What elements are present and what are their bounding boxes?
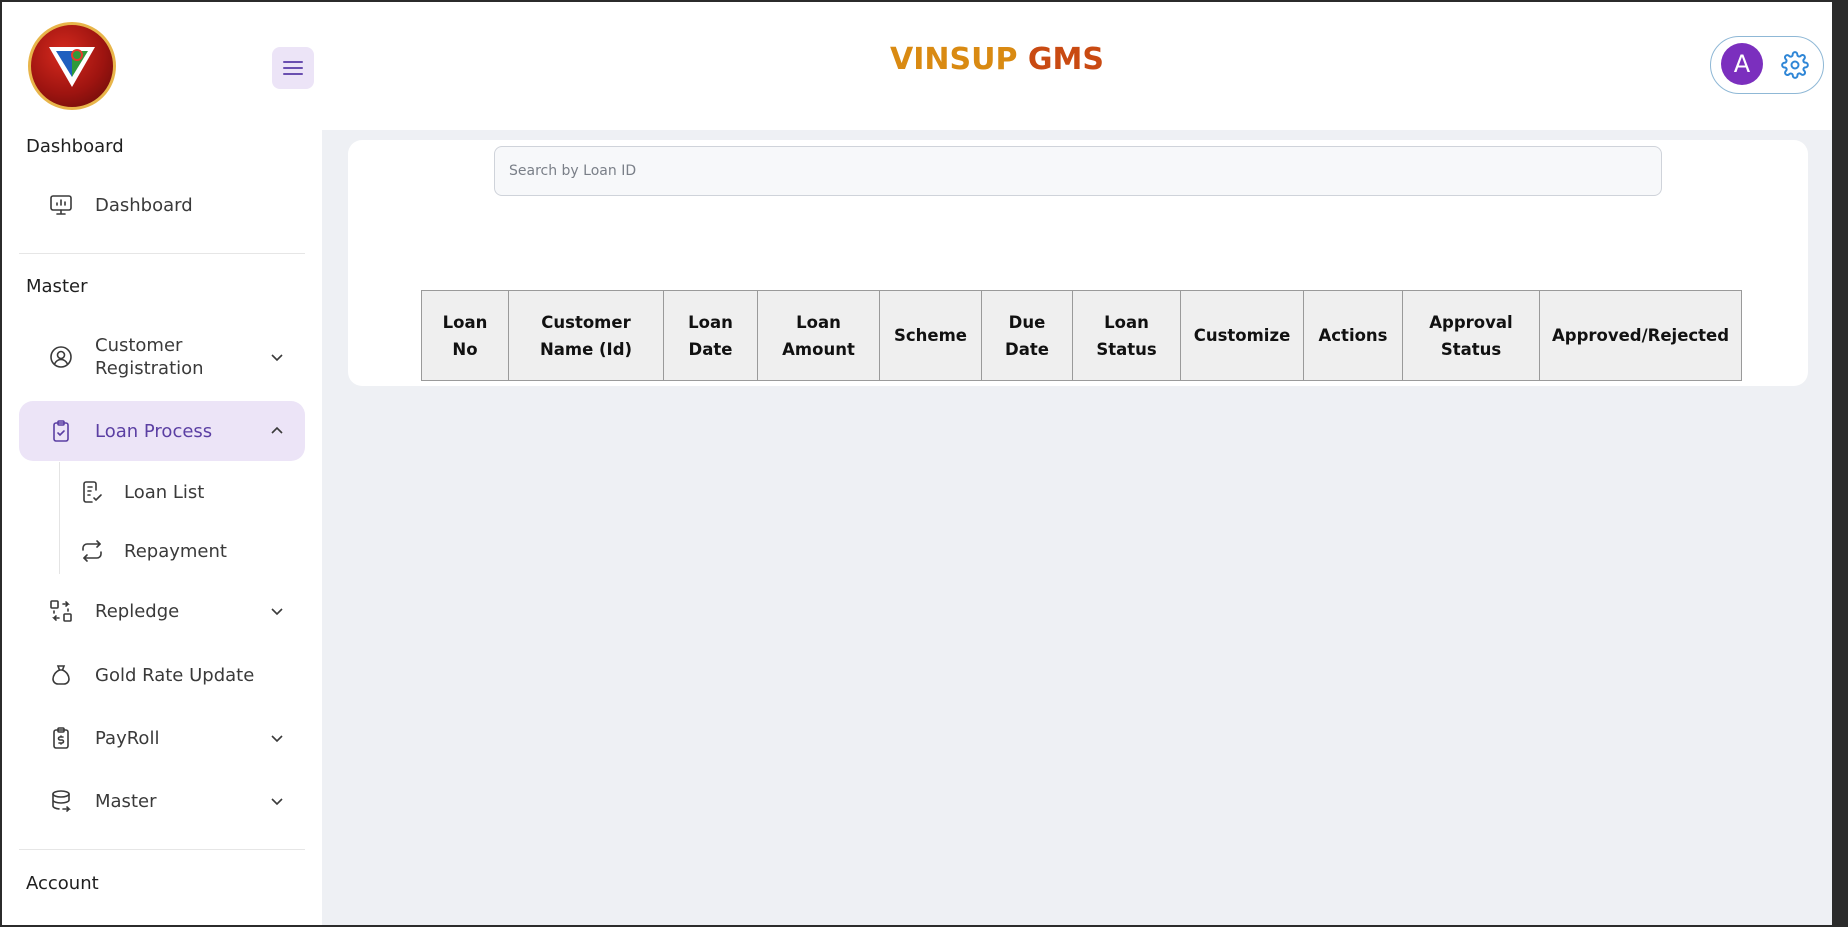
hamburger-icon (283, 61, 303, 75)
chevron-up-icon (269, 423, 285, 439)
database-icon (49, 789, 73, 813)
section-title-dashboard: Dashboard (26, 136, 124, 157)
sidebar-subitem-loan-list[interactable]: Loan List (62, 468, 305, 516)
app-title: VINSUP GMS (322, 42, 1672, 77)
avatar[interactable]: A (1721, 43, 1763, 85)
sidebar-item-gold-rate-update[interactable]: Gold Rate Update (19, 645, 305, 705)
column-header-customer-name: Customer Name (Id) (508, 290, 664, 381)
sidebar: Dashboard Dashboard Master Customer Regi… (2, 2, 322, 925)
sidebar-subitem-repayment[interactable]: Repayment (62, 527, 305, 575)
app-title-part2: GMS (1027, 42, 1104, 77)
sidebar-item-label: Customer Registration (95, 335, 204, 379)
sidebar-subitem-label: Repayment (124, 540, 227, 562)
search-input[interactable] (494, 146, 1662, 196)
app-title-part1: VINSUP (890, 42, 1018, 77)
sidebar-item-label: Repledge (95, 600, 180, 622)
swap-icon (49, 599, 73, 623)
sidebar-item-customer-registration[interactable]: Customer Registration (19, 326, 305, 388)
top-header: VINSUP GMS A (322, 2, 1832, 130)
chevron-down-icon (269, 349, 285, 365)
menu-toggle-button[interactable] (272, 47, 314, 89)
chevron-down-icon (269, 793, 285, 809)
payroll-clipboard-icon (49, 726, 73, 750)
chevron-down-icon (269, 603, 285, 619)
list-check-icon (80, 480, 104, 504)
sidebar-item-repledge[interactable]: Repledge (19, 581, 305, 641)
main-content: Loan No Customer Name (Id) Loan Date Loa… (322, 130, 1832, 925)
column-header-approval-status: Approval Status (1402, 290, 1540, 381)
column-header-loan-no: Loan No (421, 290, 509, 381)
sidebar-item-dashboard[interactable]: Dashboard (19, 175, 305, 235)
sidebar-item-payroll[interactable]: PayRoll (19, 708, 305, 768)
repeat-icon (80, 539, 104, 563)
column-header-loan-date: Loan Date (663, 290, 758, 381)
column-header-customize: Customize (1180, 290, 1304, 381)
money-bag-icon (49, 663, 73, 687)
sidebar-subitem-label: Loan List (124, 481, 205, 503)
user-circle-icon (49, 345, 73, 369)
column-header-loan-amount: Loan Amount (757, 290, 880, 381)
section-title-account: Account (26, 873, 99, 894)
sidebar-item-label: PayRoll (95, 727, 160, 749)
sidebar-item-label: Loan Process (95, 420, 213, 442)
sidebar-item-label: Dashboard (95, 194, 193, 216)
section-title-master: Master (26, 276, 88, 297)
sidebar-item-label: Gold Rate Update (95, 664, 255, 686)
monitor-icon (49, 193, 73, 217)
app-window: Dashboard Dashboard Master Customer Regi… (2, 2, 1832, 925)
chevron-down-icon (269, 730, 285, 746)
sidebar-item-loan-process[interactable]: Loan Process (19, 401, 305, 461)
column-header-approved-rejected: Approved/Rejected (1538, 290, 1743, 381)
user-menu[interactable]: A (1710, 36, 1824, 94)
sidebar-item-master[interactable]: Master (19, 771, 305, 831)
sidebar-item-label: Master (95, 790, 157, 812)
sidebar-divider (19, 849, 305, 850)
column-header-scheme: Scheme (879, 290, 982, 381)
company-logo (28, 22, 116, 110)
loan-list-card: Loan No Customer Name (Id) Loan Date Loa… (348, 140, 1808, 386)
column-header-actions: Actions (1303, 290, 1403, 381)
loan-table: Loan No Customer Name (Id) Loan Date Loa… (421, 290, 1743, 381)
column-header-due-date: Due Date (981, 290, 1073, 381)
clipboard-check-icon (49, 419, 73, 443)
gear-icon[interactable] (1781, 51, 1809, 79)
sidebar-divider (19, 253, 305, 254)
table-header-row: Loan No Customer Name (Id) Loan Date Loa… (421, 290, 1743, 381)
submenu-line (59, 462, 60, 574)
column-header-loan-status: Loan Status (1072, 290, 1181, 381)
